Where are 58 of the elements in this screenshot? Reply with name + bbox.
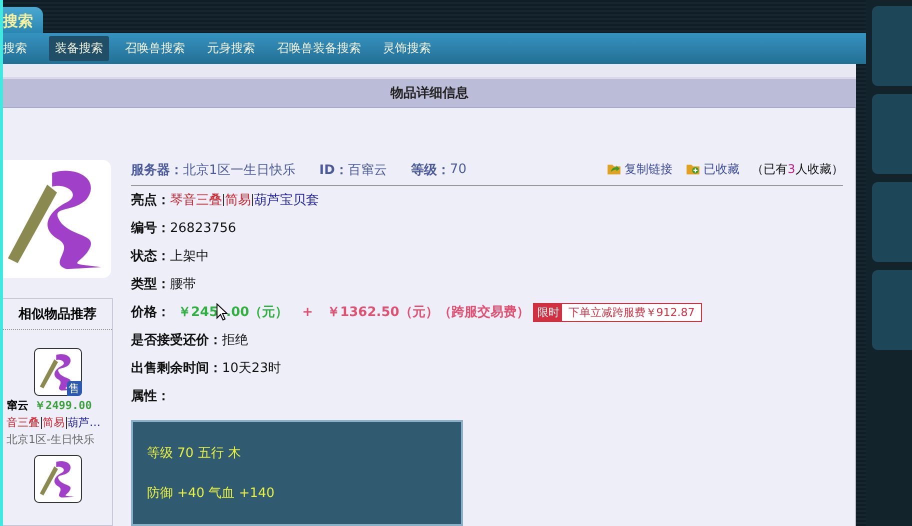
- tag-link[interactable]: 葫芦…: [68, 415, 100, 430]
- field-label: 是否接受还价：: [131, 332, 222, 349]
- attribute-text: 等级 70 五行 木: [147, 445, 242, 462]
- field-label: 亮点：: [131, 192, 170, 209]
- price-value: ￥245 .00（元）: [178, 303, 288, 321]
- field-label: ID：: [319, 162, 348, 178]
- tag-separator: [223, 194, 224, 206]
- favorite-count: （已有3人收藏）: [752, 161, 844, 178]
- tag-link[interactable]: 音三叠: [6, 415, 40, 430]
- field-value: 26823756: [170, 220, 236, 236]
- tag-link[interactable]: 简易: [42, 415, 64, 430]
- fee-value: ￥1362.50（元）（跨服交易费）: [327, 304, 530, 321]
- tag-link[interactable]: 葫芦宝贝套: [254, 191, 319, 209]
- section-tab[interactable]: 搜索: [3, 7, 43, 34]
- field-label: 出售剩余时间：: [131, 360, 222, 377]
- nav-tab[interactable]: 灵饰搜索: [377, 36, 437, 62]
- plus-sign: +: [302, 304, 314, 320]
- nav-tab[interactable]: 召唤兽装备搜索: [271, 36, 367, 62]
- field-value: 腰带: [170, 276, 196, 293]
- nav-tab[interactable]: 召唤兽搜索: [119, 36, 191, 62]
- field-label: 属性：: [131, 388, 170, 405]
- field-label: 编号：: [131, 220, 170, 237]
- field-value: 上架中: [170, 248, 209, 265]
- seller-name: 窜云: [6, 398, 28, 413]
- tag-link[interactable]: 琴音三叠: [170, 191, 222, 209]
- item-price: ￥2499.00: [34, 398, 92, 413]
- nav-tab[interactable]: 元身搜索: [201, 36, 261, 62]
- item-thumbnail[interactable]: 售: [34, 348, 82, 396]
- field-label: 类型：: [131, 276, 170, 293]
- side-card[interactable]: [872, 94, 912, 174]
- attribute-text: 防御 +40 气血 +140: [147, 485, 276, 502]
- field-value: 70: [450, 162, 466, 177]
- promo-tag: 限时: [534, 304, 562, 320]
- field-label: 价格：: [131, 304, 170, 321]
- promo-text: 下单立减跨服费￥912.87: [562, 304, 701, 320]
- field-value: 拒绝: [222, 332, 248, 349]
- sale-badge: 售: [66, 381, 82, 396]
- field-value: 北京1区一生日快乐: [183, 162, 296, 178]
- side-card[interactable]: [872, 270, 912, 350]
- panel-title: 物品详细信息: [3, 77, 856, 108]
- mouse-cursor-icon: [216, 303, 228, 321]
- recommend-title: 相似物品推荐: [3, 299, 112, 330]
- server-name: 北京1区-生日快乐: [6, 432, 96, 447]
- nav-tab[interactable]: 搜索: [3, 36, 33, 62]
- favorite-button[interactable]: 已收藏: [684, 160, 740, 179]
- tag-separator: [252, 194, 253, 206]
- field-label: 等级：: [410, 162, 450, 178]
- field-value: 10天23时: [222, 360, 282, 377]
- field-label: 状态：: [131, 248, 170, 265]
- tag-link[interactable]: 简易: [225, 191, 251, 209]
- item-thumbnail[interactable]: [34, 455, 82, 503]
- side-card[interactable]: [872, 182, 912, 262]
- field-label: 服务器：: [131, 162, 183, 178]
- tag-separator: [40, 416, 42, 428]
- side-card[interactable]: [872, 6, 912, 86]
- nav-tab[interactable]: 装备搜索: [49, 36, 109, 62]
- copy-link-button[interactable]: 复制链接: [606, 160, 673, 179]
- field-value: 百窜云: [348, 162, 387, 178]
